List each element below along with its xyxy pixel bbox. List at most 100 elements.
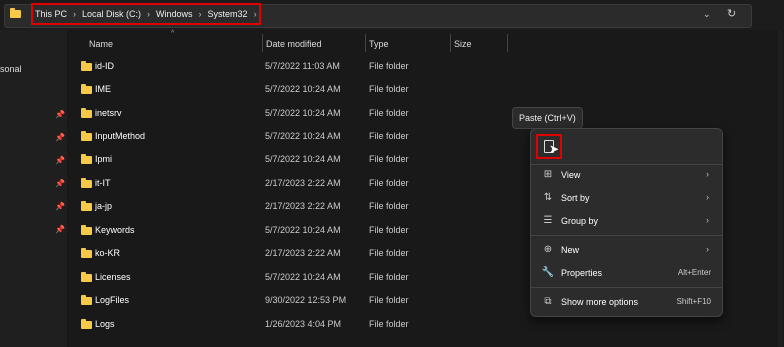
table-row[interactable]: it-IT 2/17/2023 2:22 AM File folder	[72, 174, 552, 196]
pin-icon: 📌	[55, 110, 65, 119]
chevron-right-icon: ›	[706, 215, 709, 225]
table-row[interactable]: InputMethod 5/7/2022 10:24 AM File folde…	[72, 127, 552, 149]
chevron-right-icon[interactable]: ›	[147, 9, 150, 19]
chevron-right-icon[interactable]: ›	[254, 9, 257, 19]
column-divider[interactable]	[450, 34, 451, 52]
cursor-icon: ➤	[549, 142, 560, 156]
menu-item-label: Show more options	[561, 297, 639, 307]
chevron-down-icon[interactable]: ⌄	[703, 9, 711, 20]
folder-icon	[10, 8, 21, 18]
open-external-icon: ⧉	[544, 296, 552, 307]
column-header-size[interactable]: Size	[454, 34, 472, 54]
file-name: IME	[95, 84, 112, 94]
view-grid-icon: ⊞	[543, 169, 553, 180]
file-date: 9/30/2022 12:53 PM	[265, 295, 347, 305]
folder-icon	[81, 295, 92, 305]
file-type: File folder	[369, 154, 409, 164]
menu-item-label: Properties	[561, 268, 603, 278]
file-type: File folder	[369, 248, 409, 258]
column-divider[interactable]	[507, 34, 508, 52]
column-divider[interactable]	[365, 34, 366, 52]
chevron-right-icon: ›	[706, 244, 709, 254]
file-date: 5/7/2022 10:24 AM	[265, 272, 341, 282]
breadcrumb[interactable]: This PC › Local Disk (C:) › Windows › Sy…	[31, 3, 261, 25]
file-name: inetsrv	[95, 108, 122, 118]
group-list-icon: ☰	[543, 215, 553, 226]
menu-divider	[531, 235, 722, 236]
menu-item-label: New	[561, 245, 580, 255]
file-date: 5/7/2022 10:24 AM	[265, 154, 341, 164]
table-row[interactable]: Logs 1/26/2023 4:04 PM File folder	[72, 315, 552, 337]
shortcut-label: Shift+F10	[676, 297, 711, 306]
file-type: File folder	[369, 61, 409, 71]
pin-icon: 📌	[55, 202, 65, 211]
file-date: 5/7/2022 10:24 AM	[265, 131, 341, 141]
breadcrumb-this-pc[interactable]: This PC	[35, 9, 67, 19]
table-row[interactable]: ja-jp 2/17/2023 2:22 AM File folder	[72, 197, 552, 219]
pin-icon: 📌	[55, 133, 65, 142]
breadcrumb-system32[interactable]: System32	[208, 9, 248, 19]
scrollbar[interactable]	[778, 30, 783, 347]
nav-item-personal[interactable]: sonal	[0, 64, 22, 74]
menu-item-label: Sort by	[561, 193, 590, 203]
refresh-icon[interactable]: ↻	[727, 7, 736, 20]
menu-item-view[interactable]: ⊞ View ›	[531, 165, 722, 187]
menu-item-sort-by[interactable]: ⇅ Sort by ›	[531, 188, 722, 210]
folder-icon	[81, 248, 92, 258]
file-name: ja-jp	[95, 201, 113, 211]
new-plus-icon: ⊕	[543, 244, 553, 255]
table-row[interactable]: Keywords 5/7/2022 10:24 AM File folder	[72, 221, 552, 243]
address-bar-area: This PC › Local Disk (C:) › Windows › Sy…	[0, 0, 784, 30]
chevron-right-icon[interactable]: ›	[73, 9, 76, 19]
table-row[interactable]: Ipmi 5/7/2022 10:24 AM File folder	[72, 150, 552, 172]
chevron-right-icon: ›	[706, 169, 709, 179]
file-name: it-IT	[95, 178, 111, 188]
file-date: 1/26/2023 4:04 PM	[265, 319, 342, 329]
wrench-icon: 🔧	[541, 267, 555, 278]
file-type: File folder	[369, 272, 409, 282]
file-type: File folder	[369, 178, 409, 188]
sort-ascending-icon: ^	[171, 30, 175, 37]
chevron-right-icon[interactable]: ›	[199, 9, 202, 19]
menu-item-label: Group by	[561, 216, 599, 226]
file-type: File folder	[369, 131, 409, 141]
column-divider[interactable]	[262, 34, 263, 52]
table-row[interactable]: ko-KR 2/17/2023 2:22 AM File folder	[72, 244, 552, 266]
menu-item-show-more-options[interactable]: ⧉ Show more options Shift+F10	[531, 292, 722, 314]
folder-icon	[81, 154, 92, 164]
context-menu: ➤ ⊞ View › ⇅ Sort by › ☰ Group by › ⊕ Ne…	[530, 128, 723, 317]
breadcrumb-local-disk[interactable]: Local Disk (C:)	[82, 9, 141, 19]
file-type: File folder	[369, 201, 409, 211]
paste-button[interactable]: ➤	[536, 134, 562, 159]
menu-item-new[interactable]: ⊕ New ›	[531, 240, 722, 262]
column-header-name[interactable]: Name	[89, 34, 113, 54]
file-type: File folder	[369, 295, 409, 305]
menu-item-properties[interactable]: 🔧 Properties Alt+Enter	[531, 263, 722, 285]
folder-icon	[81, 201, 92, 211]
file-name: id-ID	[95, 61, 115, 71]
navigation-pane	[0, 30, 67, 347]
table-row[interactable]: Licenses 5/7/2022 10:24 AM File folder	[72, 268, 552, 290]
column-header-date[interactable]: Date modified	[266, 34, 322, 54]
column-header-type[interactable]: Type	[369, 34, 389, 54]
table-row[interactable]: IME 5/7/2022 10:24 AM File folder	[72, 80, 552, 102]
folder-icon	[81, 225, 92, 235]
sort-icon: ⇅	[543, 192, 553, 203]
file-name: Keywords	[95, 225, 135, 235]
file-type: File folder	[369, 84, 409, 94]
table-row[interactable]: id-ID 5/7/2022 11:03 AM File folder	[72, 57, 552, 79]
folder-icon	[81, 84, 92, 94]
menu-item-label: View	[561, 170, 581, 180]
file-name: Ipmi	[95, 154, 113, 164]
file-date: 5/7/2022 10:24 AM	[265, 108, 341, 118]
menu-item-group-by[interactable]: ☰ Group by ›	[531, 211, 722, 233]
folder-icon	[81, 178, 92, 188]
file-name: Licenses	[95, 272, 131, 282]
shortcut-label: Alt+Enter	[677, 268, 711, 277]
file-type: File folder	[369, 225, 409, 235]
file-date: 2/17/2023 2:22 AM	[265, 248, 341, 258]
breadcrumb-windows[interactable]: Windows	[156, 9, 193, 19]
table-row[interactable]: inetsrv 5/7/2022 10:24 AM File folder	[72, 104, 552, 126]
table-row[interactable]: LogFiles 9/30/2022 12:53 PM File folder	[72, 291, 552, 313]
pin-icon: 📌	[55, 156, 65, 165]
